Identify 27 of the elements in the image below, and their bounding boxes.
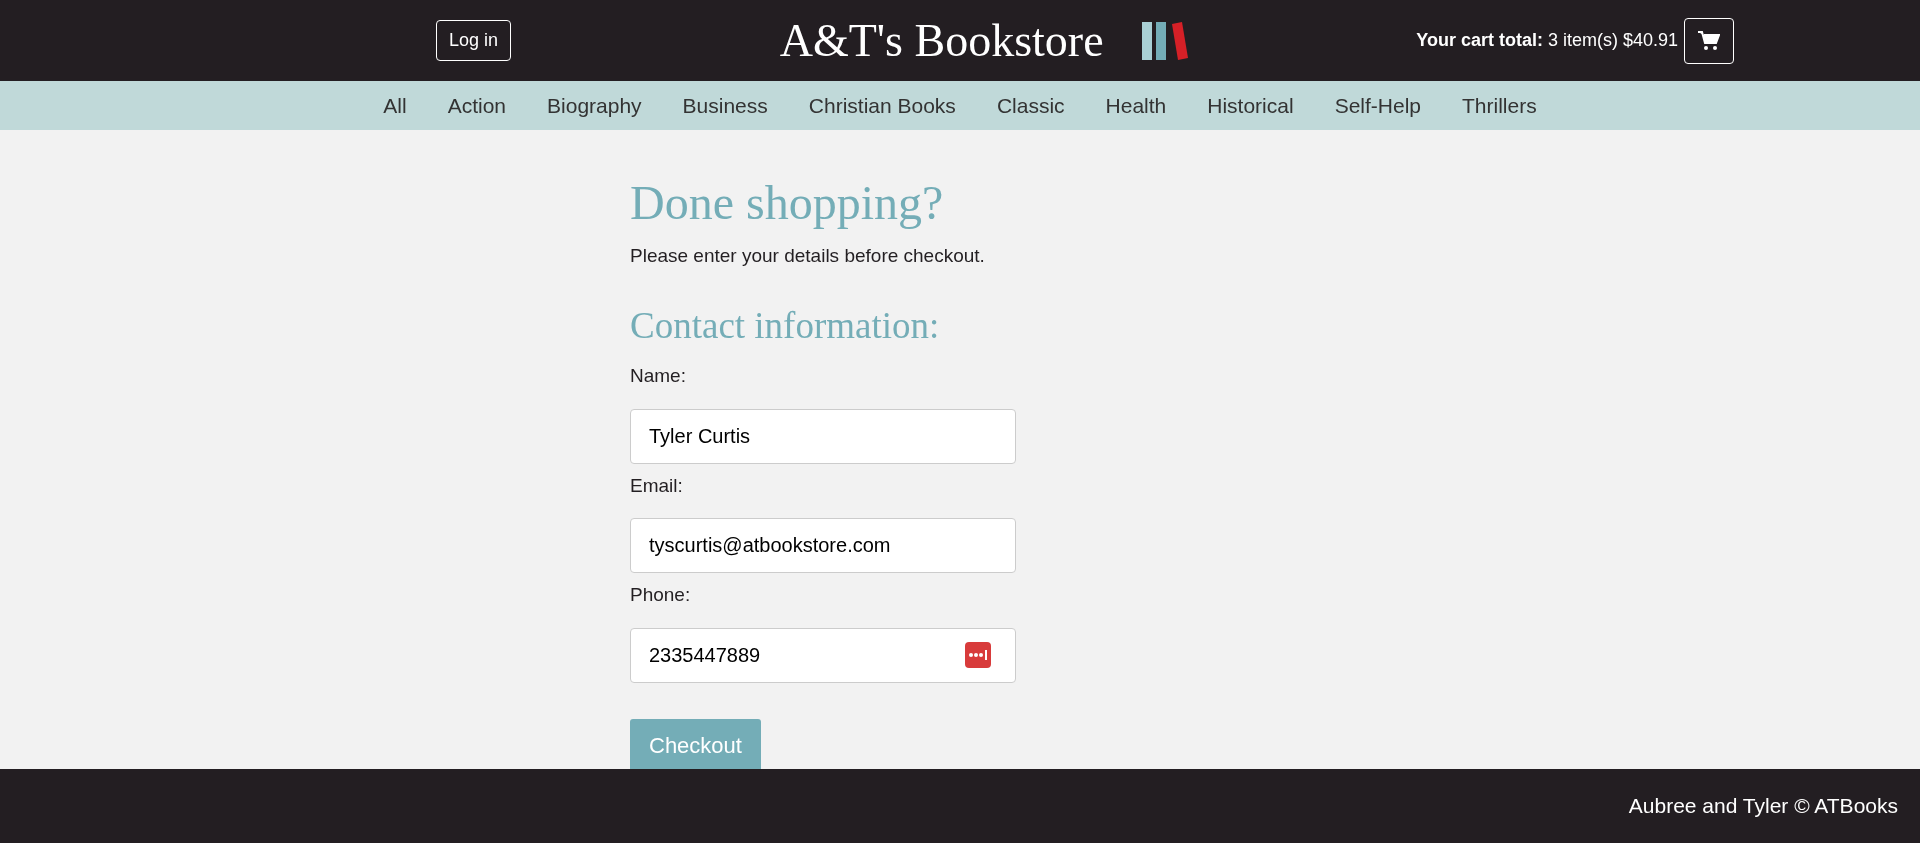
cart-icon [1698,30,1720,51]
category-link[interactable]: Business [662,89,789,122]
category-link[interactable]: All [362,89,428,122]
category-link[interactable]: Historical [1186,89,1315,122]
field-label: Name: [630,364,687,389]
books-logo-icon [1141,21,1188,60]
footer-text: Aubree and Tyler © ATBooks [1628,793,1898,820]
login-button[interactable]: Log in [436,20,512,61]
category-link[interactable]: Health [1085,89,1187,122]
page-heading: Done shopping? [630,175,945,231]
category-link[interactable]: Christian Books [788,89,977,122]
cart-total: Your cart total: 3 item(s) $40.91 [1416,29,1678,52]
category-link[interactable]: Action [427,89,527,122]
category-link[interactable]: Classic [976,89,1086,122]
cart-button[interactable] [1684,17,1734,64]
category-link[interactable]: Biography [526,89,663,122]
section-heading: Contact information: [630,304,941,349]
password-manager-icon[interactable] [965,642,991,668]
input-field[interactable]: Tyler Curtis [630,409,1016,464]
input-field[interactable]: 2335447889 [630,628,1016,683]
category-link[interactable]: Self-Help [1314,89,1442,122]
field-label: Email: [630,474,684,498]
field-label: Phone: [630,583,692,608]
intro-text: Please enter your details before checkout. [630,243,986,268]
category-link[interactable]: Thrillers [1441,89,1558,122]
input-field[interactable]: tyscurtis@atbookstore.com [630,518,1016,574]
store-title: A&T's Bookstore [779,13,1104,68]
